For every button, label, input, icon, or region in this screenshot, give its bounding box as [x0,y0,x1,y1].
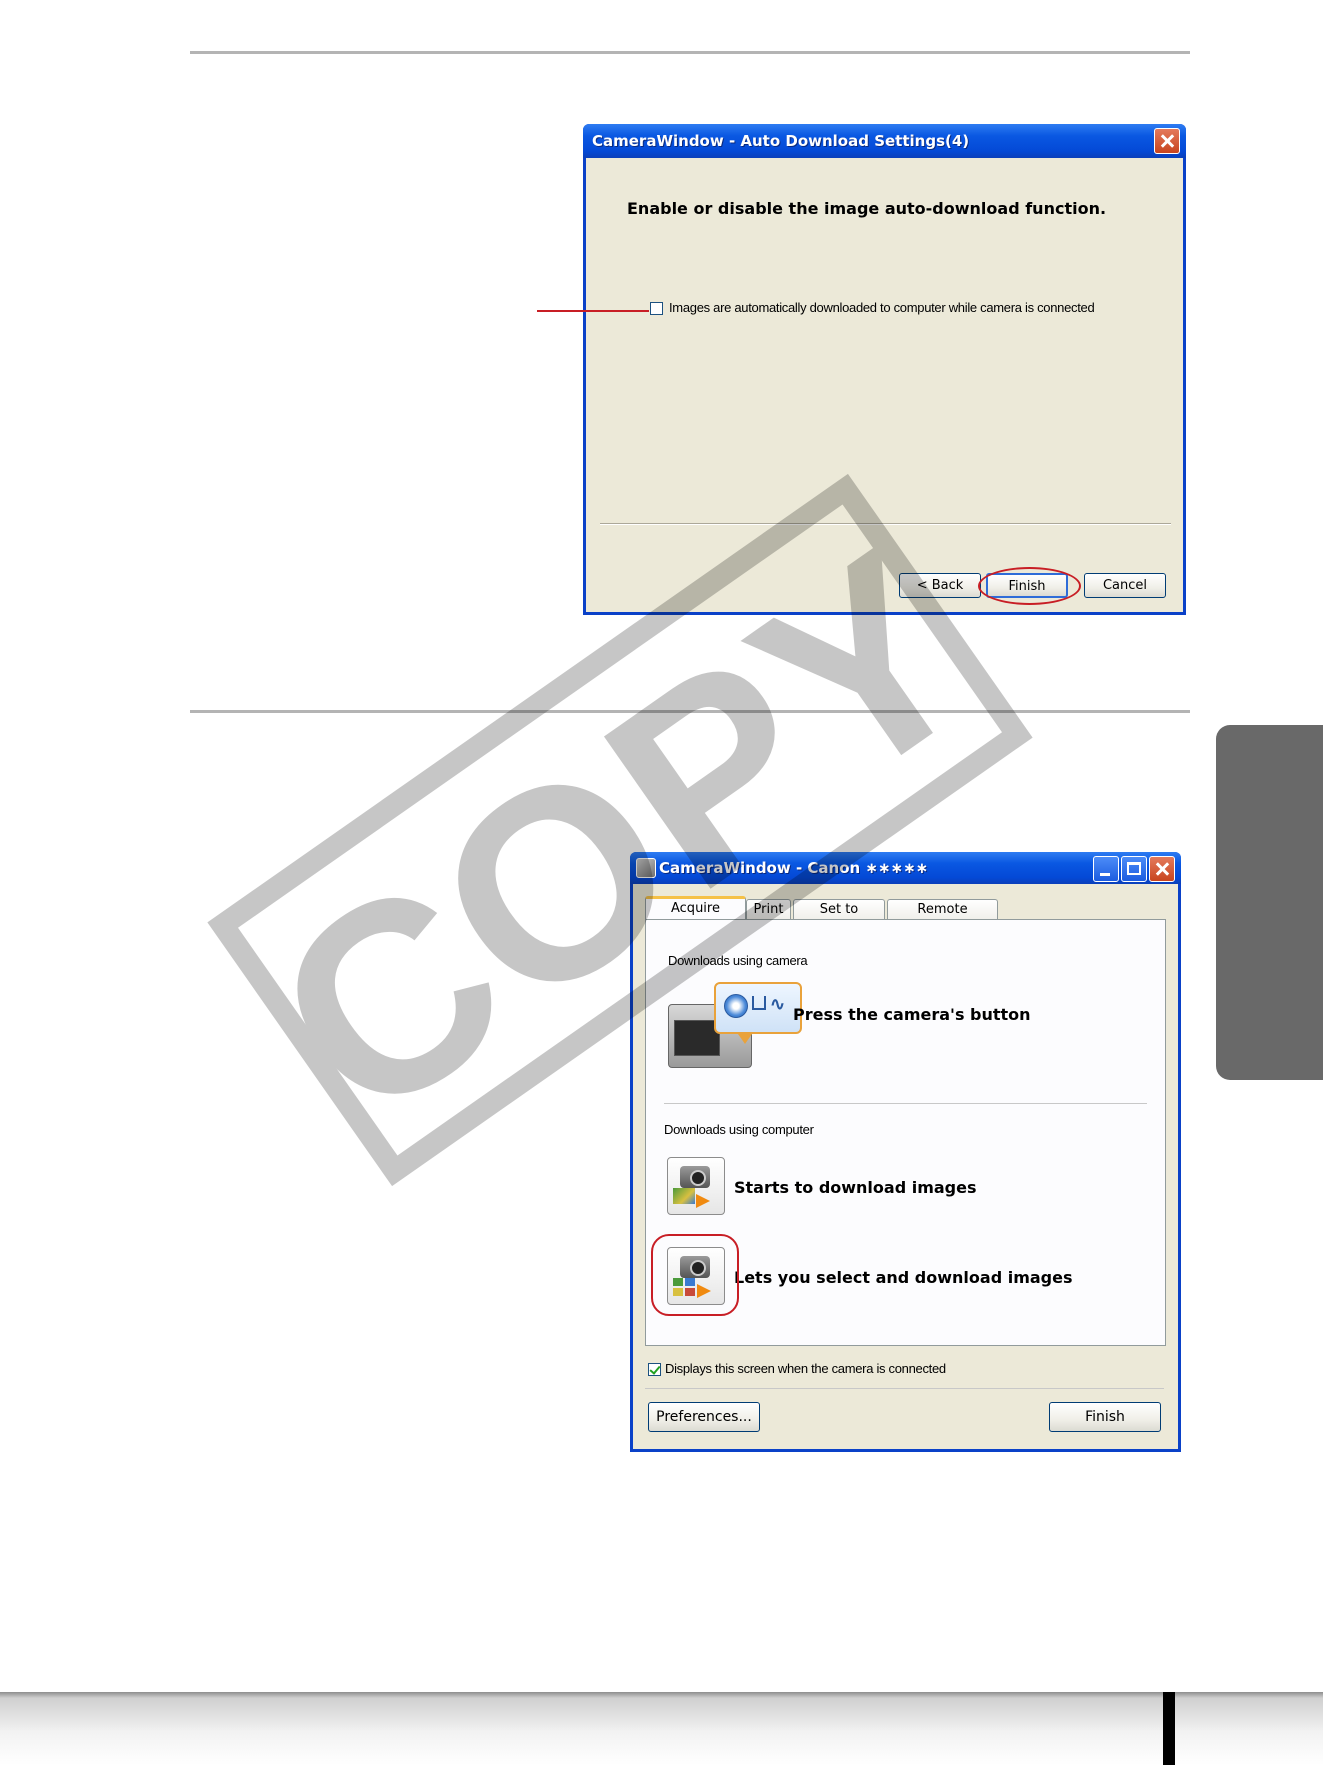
copy-watermark: COPY [207,473,1033,1187]
